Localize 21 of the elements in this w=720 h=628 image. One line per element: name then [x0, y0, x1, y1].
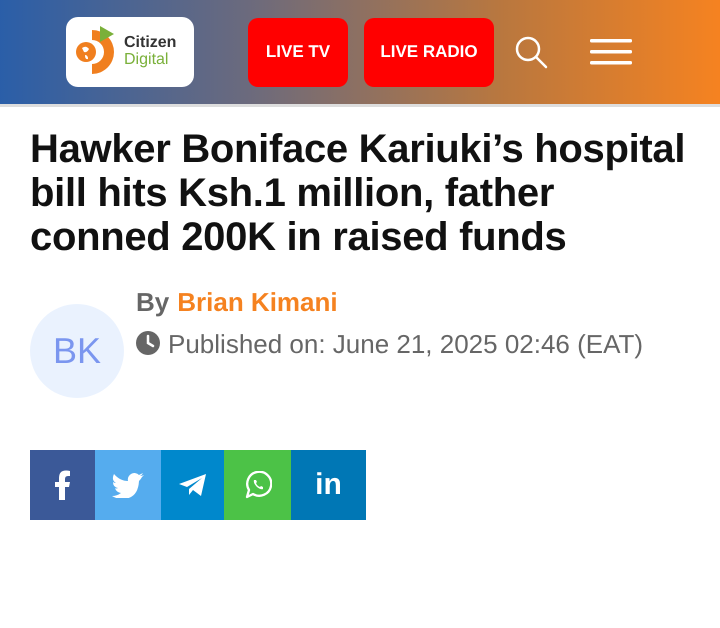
- paper-plane-icon: [178, 473, 206, 497]
- facebook-icon: [54, 470, 70, 500]
- search-icon[interactable]: [514, 35, 548, 69]
- menu-icon[interactable]: [590, 38, 632, 66]
- published-date: Published on: June 21, 2025 02:46 (EAT): [168, 329, 644, 359]
- logo-text: Digital: [124, 52, 170, 69]
- logo-text: Citizen: [124, 35, 176, 52]
- by-label: By: [136, 287, 170, 317]
- whatsapp-icon: [244, 471, 272, 499]
- live-button[interactable]: LIVE TV: [248, 18, 348, 86]
- live-button[interactable]: LIVE RADIO: [364, 18, 494, 86]
- bird-icon: [112, 472, 144, 498]
- facebook-share-button[interactable]: [30, 450, 95, 520]
- author-avatar: BK: [30, 304, 124, 398]
- linkedin-share-button[interactable]: in: [291, 450, 366, 520]
- article-title: Hawker Boniface Kariuki’s hospital bill hits Ksh.1 million, father conned 200K in raised funds: [30, 127, 686, 259]
- clock-icon: [136, 331, 160, 355]
- whatsapp-share-button[interactable]: [224, 450, 291, 520]
- author-link[interactable]: Brian Kimani: [177, 287, 338, 317]
- telegram-share-button[interactable]: [161, 450, 224, 520]
- site-logo[interactable]: Citizen Digital: [66, 17, 194, 87]
